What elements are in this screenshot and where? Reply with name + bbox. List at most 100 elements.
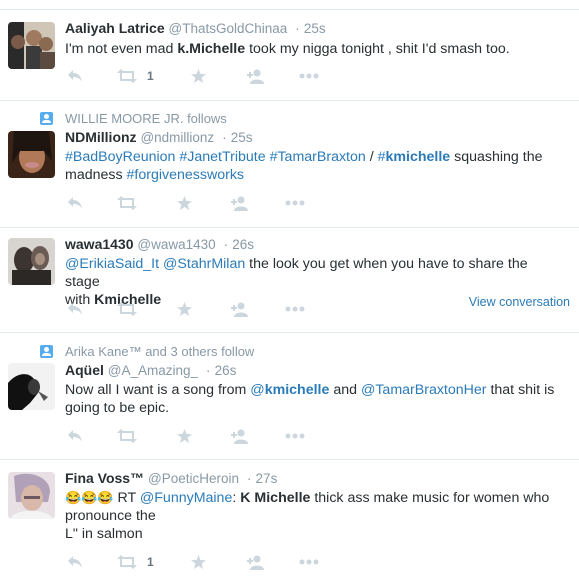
favorite-button[interactable]	[177, 427, 192, 445]
user-name[interactable]: Aqüel	[65, 362, 104, 378]
timestamp[interactable]: 25s	[231, 130, 253, 145]
mention-link[interactable]: @ErikiaSaid_It	[65, 256, 159, 272]
timestamp[interactable]: 26s	[232, 237, 254, 252]
favorite-icon	[177, 301, 192, 316]
follow-icon	[231, 196, 248, 211]
tweet-actions: 1	[65, 553, 365, 573]
more-icon	[299, 559, 319, 565]
mention-link[interactable]: @kmichelle	[250, 382, 329, 398]
hashtag-link[interactable]: #JanetTribute	[179, 149, 265, 165]
more-button[interactable]	[285, 300, 305, 318]
keyword-match: k.Michelle	[177, 41, 246, 57]
tweet-item[interactable]: Aaliyah Latrice @ThatsGoldChinaa · 25s I'…	[0, 10, 579, 101]
favorite-icon	[177, 195, 192, 210]
tweet-item[interactable]: Arika Kane™ and 3 others follow Aqüel @A…	[0, 333, 579, 460]
tweet-item[interactable]: WILLIE MOORE JR. follows NDMillionz @ndm…	[0, 101, 579, 228]
hashtag-link[interactable]: #forgivenessworks	[127, 167, 245, 183]
follow-button[interactable]	[247, 553, 265, 571]
tweet-text: #BadBoyReunion #JanetTribute #TamarBraxt…	[65, 148, 565, 184]
favorite-icon	[191, 68, 206, 83]
more-button[interactable]	[299, 553, 319, 571]
mention-link[interactable]: @TamarBraxtonHer	[361, 382, 487, 398]
retweet-button[interactable]: 1	[117, 67, 154, 85]
timestamp[interactable]: 26s	[215, 363, 237, 378]
avatar[interactable]	[8, 472, 55, 519]
tweet-item[interactable]: Fina Voss™ @PoeticHeroin · 27s 😂😂😂 RT @Fu…	[0, 460, 579, 580]
timeline-feed: Aaliyah Latrice @ThatsGoldChinaa · 25s I'…	[0, 0, 579, 580]
avatar[interactable]	[8, 131, 55, 178]
text-segment: took my nigga tonight , shit I'd smash t…	[245, 41, 510, 57]
retweet-button[interactable]: 1	[117, 553, 154, 571]
tweet-actions	[65, 427, 365, 447]
tweet-header: Fina Voss™ @PoeticHeroin · 27s	[65, 470, 277, 486]
retweet-icon	[117, 555, 137, 569]
text-segment: and	[329, 382, 361, 398]
reply-icon	[68, 197, 82, 209]
favorite-button[interactable]	[177, 300, 192, 318]
mention-link[interactable]: @StahrMilan	[163, 256, 245, 272]
user-handle[interactable]: @wawa1430	[137, 237, 215, 252]
retweet-button[interactable]	[117, 427, 137, 445]
timestamp[interactable]: 25s	[304, 21, 326, 36]
separator: ·	[246, 470, 252, 486]
follow-button[interactable]	[231, 427, 249, 445]
reply-button[interactable]	[67, 427, 83, 445]
reply-button[interactable]	[67, 67, 83, 85]
user-handle[interactable]: @ThatsGoldChinaa	[169, 21, 288, 36]
user-name[interactable]: NDMillionz	[65, 129, 137, 145]
context-text: Arika Kane™ and 3 others follow	[65, 344, 255, 359]
more-button[interactable]	[285, 427, 305, 445]
user-name[interactable]: Fina Voss™	[65, 470, 144, 486]
follow-button[interactable]	[231, 194, 249, 212]
more-icon	[285, 200, 305, 206]
user-name[interactable]: wawa1430	[65, 236, 134, 252]
retweet-icon	[117, 429, 137, 443]
text-segment: squashing the	[450, 149, 543, 165]
text-segment: I'm not even mad	[65, 41, 178, 57]
user-handle[interactable]: @ndmillionz	[140, 130, 214, 145]
avatar[interactable]	[8, 238, 55, 285]
reply-button[interactable]	[67, 194, 83, 212]
favorite-icon	[191, 554, 206, 569]
user-handle[interactable]: @A_Amazing_	[108, 363, 198, 378]
mention-link[interactable]: @FunnyMaine	[140, 490, 232, 506]
timestamp[interactable]: 27s	[256, 471, 278, 486]
text-segment: going to be epic.	[65, 400, 170, 416]
view-conversation-link[interactable]: View conversation	[469, 295, 570, 309]
follow-button[interactable]	[231, 300, 249, 318]
more-icon	[299, 73, 319, 79]
favorite-icon	[177, 428, 192, 443]
hashtag-link[interactable]: #kmichelle	[378, 149, 451, 165]
more-icon	[285, 433, 305, 439]
reply-button[interactable]	[67, 300, 83, 318]
user-handle[interactable]: @PoeticHeroin	[148, 471, 239, 486]
tweet-item[interactable]: wawa1430 @wawa1430 · 26s @ErikiaSaid_It @…	[0, 228, 579, 333]
avatar[interactable]	[8, 363, 55, 410]
reply-button[interactable]	[67, 553, 83, 571]
more-button[interactable]	[285, 194, 305, 212]
tweet-text: 😂😂😂 RT @FunnyMaine: K Michelle thick ass…	[65, 489, 565, 543]
user-name[interactable]: Aaliyah Latrice	[65, 20, 165, 36]
text-segment: that shit is	[486, 382, 555, 398]
favorite-button[interactable]	[191, 67, 206, 85]
user-icon	[40, 112, 53, 125]
separator: ·	[205, 362, 211, 378]
hashtag-link[interactable]: #BadBoyReunion	[65, 149, 175, 165]
text-segment: thick ass make music for women who	[310, 490, 550, 506]
avatar[interactable]	[8, 22, 55, 69]
favorite-button[interactable]	[191, 553, 206, 571]
favorite-button[interactable]	[177, 194, 192, 212]
retweet-icon	[117, 196, 137, 210]
follow-button[interactable]	[247, 67, 265, 85]
tweet-actions	[65, 194, 365, 214]
retweet-button[interactable]	[117, 300, 137, 318]
tweet-actions: 1	[65, 67, 365, 87]
text-segment: madness	[65, 167, 127, 183]
more-button[interactable]	[299, 67, 319, 85]
context-text: WILLIE MOORE JR. follows	[65, 111, 227, 126]
reply-icon	[68, 556, 82, 568]
text-segment: pronounce the	[65, 508, 156, 524]
text-segment: Now all I want is a song from	[65, 382, 251, 398]
retweet-button[interactable]	[117, 194, 137, 212]
hashtag-link[interactable]: #TamarBraxton	[270, 149, 366, 165]
